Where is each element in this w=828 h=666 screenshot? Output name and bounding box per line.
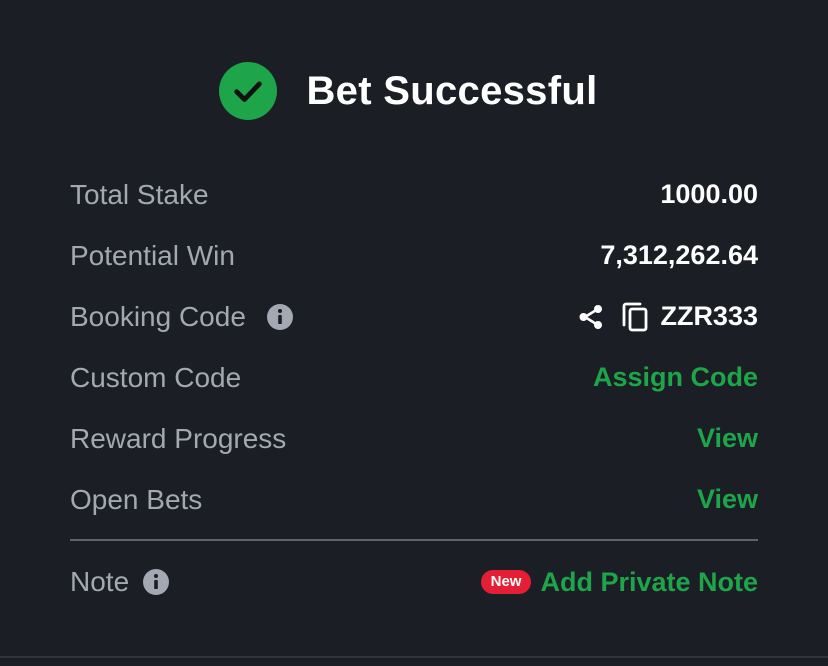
check-circle-icon [218, 62, 277, 120]
assign-code-button[interactable]: Assign Code [593, 362, 758, 393]
note-label-wrap: Note [70, 566, 170, 598]
reward-progress-view-link[interactable]: View [697, 423, 758, 454]
total-stake-value: 1000.00 [660, 179, 758, 209]
potential-win-label: Potential Win [70, 239, 235, 271]
add-private-note-button[interactable]: Add Private Note [540, 567, 758, 598]
total-stake-row: Total Stake 1000.00 [70, 164, 758, 225]
divider [70, 539, 758, 541]
success-header: Bet Successful [0, 62, 828, 120]
info-icon[interactable] [266, 303, 294, 331]
open-bets-view-link[interactable]: View [697, 484, 758, 515]
total-stake-label: Total Stake [70, 178, 209, 210]
info-icon[interactable] [142, 568, 170, 596]
booking-code-label-wrap: Booking Code [70, 301, 294, 333]
potential-win-value: 7,312,262.64 [600, 240, 758, 270]
open-bets-row: Open Bets View [70, 469, 758, 530]
potential-win-row: Potential Win 7,312,262.64 [70, 225, 758, 286]
booking-code-value: ZZR333 [660, 301, 758, 331]
page-title: Bet Successful [306, 68, 598, 113]
bet-details: Total Stake 1000.00 Potential Win 7,312,… [70, 164, 758, 530]
reward-progress-label: Reward Progress [70, 422, 287, 454]
share-icon[interactable] [576, 302, 606, 332]
note-row: Note New Add Private Note [70, 552, 758, 612]
booking-code-label: Booking Code [70, 300, 246, 332]
custom-code-row: Custom Code Assign Code [70, 347, 758, 408]
copy-icon[interactable] [620, 301, 650, 333]
new-badge: New [480, 570, 532, 594]
booking-code-value-wrap: ZZR333 [576, 301, 758, 333]
booking-code-row: Booking Code ZZR333 [70, 286, 758, 347]
note-label: Note [70, 566, 130, 597]
note-actions: New Add Private Note [480, 567, 758, 598]
bottom-border [0, 656, 828, 658]
custom-code-label: Custom Code [70, 361, 242, 393]
reward-progress-row: Reward Progress View [70, 408, 758, 469]
open-bets-label: Open Bets [70, 483, 203, 515]
